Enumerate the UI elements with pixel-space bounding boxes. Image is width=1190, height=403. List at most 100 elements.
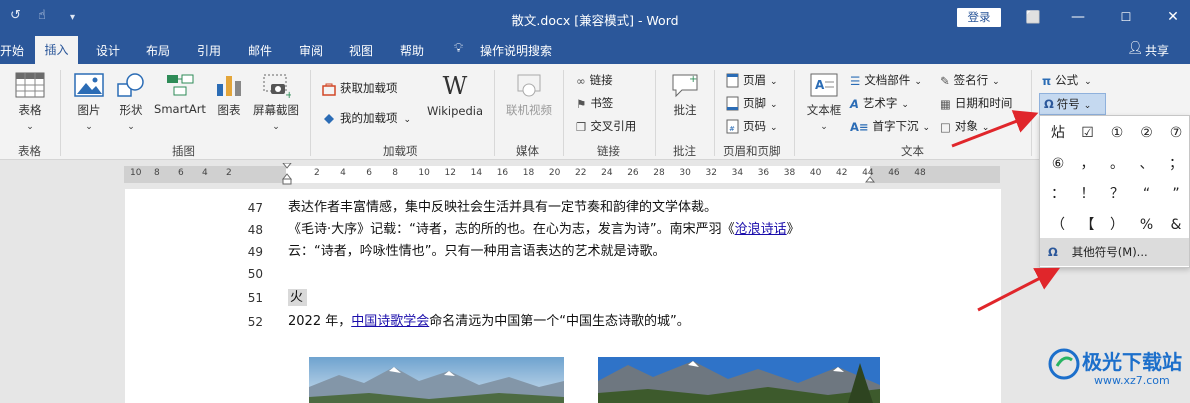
comment-button[interactable]: + 批注 [664, 72, 706, 118]
table-button[interactable]: 表格 ⌄ [10, 72, 50, 132]
picture-icon [74, 73, 104, 97]
ruler-number: 8 [154, 168, 160, 178]
symbol-cell[interactable]: 。 [1102, 150, 1132, 178]
ruler-number: 24 [601, 168, 613, 178]
link-canglang-shihua[interactable]: 沧浪诗话 [735, 222, 787, 237]
link-button[interactable]: ∞ 链接 [576, 70, 613, 90]
ruler-number: 2 [226, 168, 232, 178]
symbol-cell[interactable]: ” [1161, 180, 1190, 208]
login-button[interactable]: 登录 [957, 8, 1001, 27]
symbol-cell[interactable]: ① [1102, 119, 1132, 147]
ruler-number: 34 [731, 168, 744, 178]
group-label-illustrations: 插图 [172, 144, 195, 158]
symbol-cell[interactable]: ② [1132, 119, 1162, 147]
symbol-cell[interactable]: % [1132, 211, 1162, 239]
omega-icon: Ω [1048, 245, 1058, 259]
wordart-button[interactable]: A 艺术字 ⌄ [850, 93, 909, 113]
tab-help[interactable]: 帮助 [400, 42, 424, 59]
chart-button[interactable]: 图表 [212, 72, 246, 118]
ruler-number: 10 [418, 168, 430, 178]
shapes-button[interactable]: 形状 ⌄ [112, 72, 150, 132]
tab-insert[interactable]: 插入 [35, 36, 78, 64]
textbox-button[interactable]: A 文本框 ⌄ [802, 72, 846, 132]
symbol-cell[interactable]: 炶 [1043, 119, 1073, 147]
omega-icon: Ω [1044, 97, 1054, 111]
group-label-comments: 批注 [673, 144, 696, 158]
date-time-button[interactable]: ▦ 日期和时间 [940, 93, 1012, 113]
horizontal-ruler[interactable]: 10 8 6 4 2 2 4 6 8 10 12 14 16 18 20 22 24 26 28 30 32 34 36 38… [124, 163, 1000, 185]
my-addins-button[interactable]: 我的加载项 ⌄ [322, 108, 411, 128]
tab-review[interactable]: 审阅 [299, 42, 323, 59]
picture-button[interactable]: 图片 ⌄ [70, 72, 108, 132]
pi-icon: π [1042, 73, 1052, 88]
maximize-icon[interactable]: ☐ [1115, 6, 1137, 28]
tab-home[interactable]: 开始 [0, 42, 24, 59]
symbol-cell[interactable]: ， [1073, 150, 1103, 178]
bookmark-button[interactable]: ⚑ 书签 [576, 93, 613, 113]
tab-design[interactable]: 设计 [96, 42, 120, 59]
calendar-icon: ▦ [940, 96, 951, 111]
tab-references[interactable]: 引用 [197, 42, 221, 59]
smartart-button[interactable]: SmartArt [152, 72, 208, 116]
symbol-cell[interactable]: 【 [1073, 211, 1103, 239]
screenshot-button[interactable]: + 屏幕截图 ⌄ [248, 72, 304, 132]
symbol-cell[interactable]: & [1161, 211, 1190, 239]
equation-button[interactable]: π 公式 ⌄ [1042, 70, 1092, 90]
document-line: 49 云：“诗者，吟咏性情也”。只有一种用言语表达的艺术就是诗歌。 [247, 244, 666, 259]
ruler-number: 32 [705, 168, 717, 178]
symbol-cell[interactable]: ⑥ [1043, 150, 1073, 178]
object-icon: □ [940, 119, 951, 134]
tell-me-search[interactable]: 操作说明搜索 [480, 42, 552, 59]
ruler-number: 16 [496, 168, 509, 178]
share-button[interactable]: 共享 [1145, 42, 1169, 59]
wikipedia-icon: W [442, 72, 468, 100]
ruler-number: 2 [314, 168, 320, 178]
title-bar: ↺ ☝ ▾ 散文.docx [兼容模式] - Word 登录 ⬜ — ☐ ✕ [0, 0, 1190, 36]
ruler-number: 10 [130, 168, 142, 178]
watermark-logo-icon [1048, 348, 1080, 380]
symbol-cell[interactable]: 、 [1132, 150, 1162, 178]
symbol-cell[interactable]: （ [1043, 211, 1073, 239]
ribbon-display-icon[interactable]: ⬜ [1022, 6, 1044, 28]
signature-line-button[interactable]: ✎ 签名行 ⌄ [940, 70, 1000, 90]
object-button[interactable]: □ 对象 ⌄ [940, 116, 989, 136]
get-addins-button[interactable]: 获取加载项 [322, 78, 398, 98]
group-label-header-footer: 页眉和页脚 [723, 144, 781, 158]
quick-parts-button[interactable]: ☰ 文档部件 ⌄ [850, 70, 922, 90]
svg-text:+: + [689, 74, 697, 85]
symbol-cell[interactable]: ？ [1102, 180, 1132, 208]
online-video-button[interactable]: 联机视频 [500, 72, 558, 118]
link-china-poetry-society[interactable]: 中国诗歌学会 [351, 314, 429, 329]
more-symbols-button[interactable]: Ω 其他符号(M)... [1040, 238, 1189, 266]
selected-character[interactable]: 火 [288, 289, 308, 306]
page-number-icon: # [726, 119, 739, 134]
dropcap-button[interactable]: A≡ 首字下沉 ⌄ [850, 116, 930, 136]
symbol-cell[interactable]: ☑ [1073, 119, 1103, 147]
ruler-number: 42 [836, 168, 848, 178]
tab-view[interactable]: 视图 [349, 42, 373, 59]
symbol-cell[interactable]: ： [1043, 180, 1073, 208]
right-indent-marker-icon[interactable] [865, 174, 875, 184]
quick-parts-icon: ☰ [850, 73, 861, 88]
symbol-cell[interactable]: “ [1132, 180, 1162, 208]
minimize-icon[interactable]: — [1067, 6, 1089, 28]
share-person-icon: 👤︎ [1127, 41, 1144, 56]
close-icon[interactable]: ✕ [1162, 6, 1184, 28]
symbol-button[interactable]: Ω 符号 ⌄ [1039, 93, 1106, 115]
wikipedia-button[interactable]: W Wikipedia [422, 72, 488, 118]
page-number-button[interactable]: # 页码 ⌄ [726, 116, 778, 136]
symbol-cell[interactable]: ； [1161, 150, 1190, 178]
indent-marker-icon[interactable] [282, 163, 292, 185]
header-button[interactable]: 页眉 ⌄ [726, 70, 778, 90]
document-page[interactable]: 47 表达作者丰富情感，集中反映社会生活并具有一定节奏和韵律的文学体裁。 48 … [125, 189, 1001, 403]
tab-layout[interactable]: 布局 [146, 42, 170, 59]
footer-button[interactable]: 页脚 ⌄ [726, 93, 778, 113]
tab-mailings[interactable]: 邮件 [248, 42, 272, 59]
footer-icon [726, 96, 739, 111]
symbol-cell[interactable]: ！ [1073, 180, 1103, 208]
cross-reference-button[interactable]: ❐ 交叉引用 [576, 116, 636, 136]
symbol-cell[interactable]: ⑦ [1161, 119, 1190, 147]
document-line: 50 [247, 267, 263, 281]
chevron-down-icon: ⌄ [1083, 101, 1092, 111]
symbol-cell[interactable]: ） [1102, 211, 1132, 239]
